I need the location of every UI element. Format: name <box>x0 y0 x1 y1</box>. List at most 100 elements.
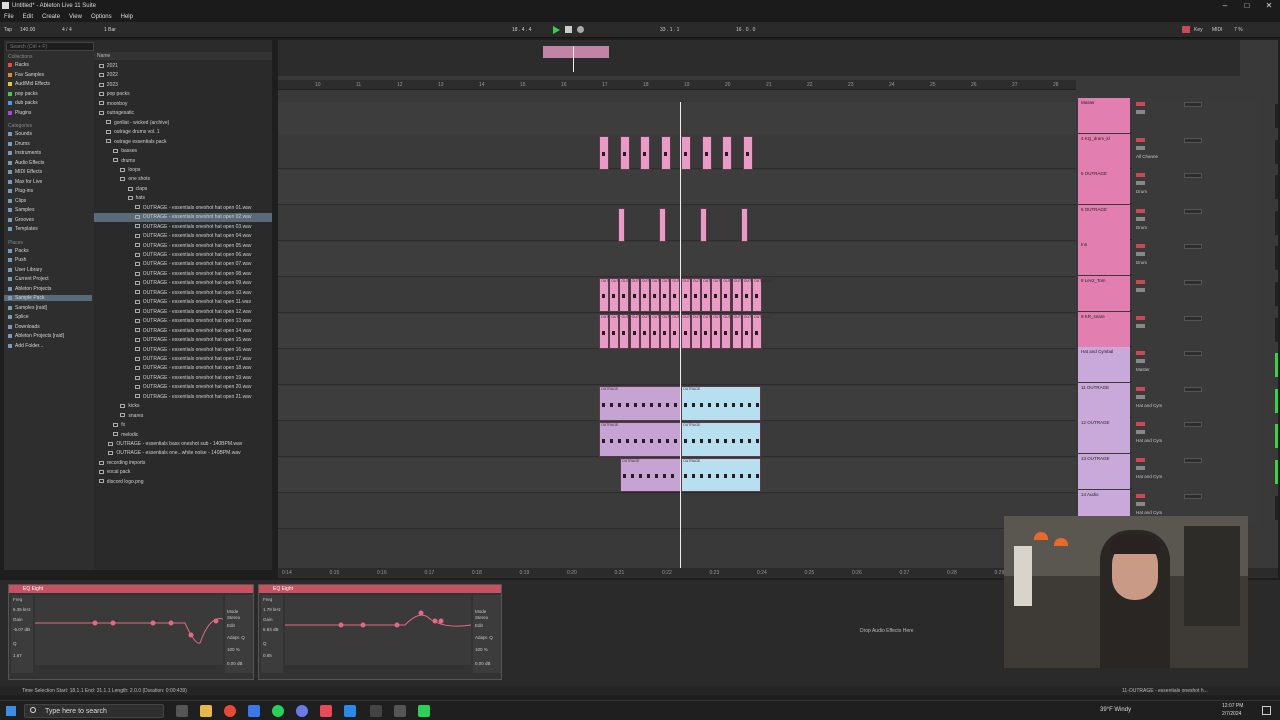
collection-item[interactable]: Aud/Mid Effects <box>8 81 50 87</box>
menu-view[interactable]: View <box>69 14 82 20</box>
sample-file-row[interactable]: OUTRAGE - essentials oneshot hat open 16… <box>94 346 272 355</box>
eq2-freq-value[interactable]: 1.78 kHz <box>263 607 281 612</box>
track-name[interactable]: 6 OUTRAGE <box>1078 204 1130 240</box>
sample-file-row[interactable]: OUTRAGE - essentials oneshot hat open 17… <box>94 355 272 364</box>
maximize-button[interactable]: □ <box>1236 0 1258 12</box>
track-activator-button[interactable] <box>1136 422 1145 427</box>
close-button[interactable]: ✕ <box>1258 0 1280 12</box>
midi-clip[interactable] <box>619 136 630 170</box>
audio-clip[interactable]: OUTRAGE <box>741 278 761 312</box>
sample-file-row[interactable]: OUTRAGE - essentials oneshot hat open 02… <box>94 213 272 223</box>
stop-icon[interactable] <box>565 26 572 33</box>
category-item[interactable]: Plug-ins <box>8 188 33 194</box>
sample-file-row[interactable]: OUTRAGE - essentials oneshot hat open 15… <box>94 336 272 345</box>
folder-row[interactable]: outragesatic <box>94 109 272 118</box>
audio-clip[interactable]: OUTRAGE <box>701 314 720 349</box>
track-header[interactable]: 13 OUTRAGEHat and Cym0.00 <box>1078 454 1278 489</box>
eq2-gain-value[interactable]: 6.83 dB <box>263 627 279 632</box>
folder-row[interactable]: drums <box>94 157 272 166</box>
spotify-icon[interactable] <box>272 705 284 717</box>
volume-field[interactable] <box>1184 244 1202 250</box>
track-name[interactable]: Hat and Cymbal <box>1078 347 1130 383</box>
eq1-freq-value[interactable]: 6.35 kHz <box>13 607 31 612</box>
collection-item[interactable]: pop packs <box>8 91 38 97</box>
audio-clip[interactable]: OUTRAGE <box>680 314 700 349</box>
track-activator-button[interactable] <box>1136 208 1145 213</box>
sample-file-row[interactable]: OUTRAGE - essentials oneshot hat open 13… <box>94 317 272 326</box>
folder-row[interactable]: one shots <box>94 175 272 184</box>
folder-row[interactable]: discord logo.png <box>94 478 272 487</box>
track-lane[interactable] <box>278 242 1076 277</box>
sample-file-row[interactable]: OUTRAGE - essentials oneshot hat open 09… <box>94 279 272 288</box>
folder-row[interactable]: outrage essentials pack <box>94 138 272 147</box>
solo-button[interactable] <box>1136 181 1145 186</box>
output-routing-menu[interactable]: Hat and Cym <box>1136 474 1162 479</box>
sample-file-row[interactable]: OUTRAGE - essentials oneshot hat open 05… <box>94 242 272 251</box>
sample-file-row[interactable]: OUTRAGE - essentials oneshot hat open 07… <box>94 260 272 269</box>
name-column-header[interactable]: Name <box>94 52 272 60</box>
audio-clip[interactable]: OUTRAGE <box>731 278 751 312</box>
volume-field[interactable] <box>1184 386 1202 392</box>
key-map-button[interactable]: Key <box>1194 27 1203 33</box>
menu-file[interactable]: File <box>4 14 14 20</box>
volume-field[interactable] <box>1184 280 1202 285</box>
place-item[interactable]: Push <box>8 257 26 263</box>
browser-search-input[interactable]: Search (Ctrl + F) <box>6 42 94 51</box>
output-routing-menu[interactable]: Drum <box>1136 260 1147 265</box>
audio-clip[interactable]: OUTRAGE <box>711 314 731 349</box>
audio-clip[interactable]: OUTRAGE <box>690 314 710 349</box>
taskbar-search-input[interactable]: Type here to search <box>24 704 164 718</box>
eq1-q-value[interactable]: 1.67 <box>13 653 22 658</box>
solo-button[interactable] <box>1136 394 1145 399</box>
sample-file-row[interactable]: OUTRAGE - essentials oneshot hat open 20… <box>94 383 272 392</box>
midi-clip[interactable] <box>659 208 666 242</box>
eq1-output-gain[interactable]: 0.00 dB <box>227 661 243 666</box>
volume-field[interactable] <box>1184 173 1202 179</box>
solo-button[interactable] <box>1136 288 1145 292</box>
chrome-icon[interactable] <box>224 705 236 717</box>
sample-file-row[interactable]: OUTRAGE - essentials oneshot hat open 10… <box>94 289 272 298</box>
audio-clip[interactable]: OUTRAGE <box>670 278 690 312</box>
sample-file-row[interactable]: OUTRAGE - essentials oneshot hat open 03… <box>94 223 272 232</box>
track-header[interactable]: 6 OUTRAGEDrum0.00 <box>1078 204 1278 240</box>
track-header[interactable]: 8 Lev2_Tom0.00 <box>1078 276 1278 311</box>
place-item[interactable]: Ableton Projects <box>8 286 51 292</box>
audio-clip[interactable]: OUTRAGE <box>752 278 771 312</box>
solo-button[interactable] <box>1136 359 1145 364</box>
collection-item[interactable]: Fav Samples <box>8 72 44 78</box>
audio-clip[interactable]: OUTRAGE <box>660 278 680 312</box>
audio-clip[interactable]: OUTRAGE <box>660 314 680 349</box>
midi-clip[interactable] <box>701 136 712 170</box>
folder-row[interactable]: OUTRAGE - essentials bass oneshot sub - … <box>94 440 272 449</box>
track-lane[interactable] <box>278 350 1076 385</box>
place-item[interactable]: Splice <box>8 314 29 320</box>
clock-time[interactable]: 12:07 PM <box>1222 703 1243 709</box>
menu-options[interactable]: Options <box>91 14 112 20</box>
record-icon[interactable] <box>577 26 584 33</box>
weather-widget[interactable]: 39°F Windy <box>1100 707 1131 713</box>
category-item[interactable]: Samples <box>8 207 34 213</box>
audio-clip[interactable]: OUTRAGE <box>681 386 761 421</box>
notification-icon[interactable] <box>1262 706 1271 715</box>
volume-field[interactable] <box>1184 315 1202 321</box>
category-item[interactable]: Instruments <box>8 150 41 156</box>
folder-row[interactable]: 2021 <box>94 62 272 71</box>
output-routing-menu[interactable]: Hat and Cym <box>1136 438 1162 443</box>
track-activator-button[interactable] <box>1136 137 1145 142</box>
audio-clip[interactable]: OUTRAGE <box>680 278 700 312</box>
eq2-adaptq-button[interactable]: Adapt. Q <box>475 635 493 640</box>
volume-field[interactable] <box>1184 351 1202 357</box>
track-header[interactable]: 5 OUTRAGEDrum0.00 <box>1078 169 1278 205</box>
beat-ruler[interactable]: 10 11 12 13 14 15 16 17 18 19 20 21 22 23 24 25 26 27 28 <box>278 80 1076 90</box>
time-signature-field[interactable]: 4 / 4 <box>62 27 72 33</box>
folder-row[interactable]: pop packs <box>94 90 272 99</box>
output-routing-menu[interactable]: Drum <box>1136 225 1147 230</box>
eq-eight-1-title[interactable]: EQ Eight <box>9 585 253 593</box>
midi-clip[interactable] <box>599 136 609 170</box>
eq2-output-gain[interactable]: 0.00 dB <box>475 661 491 666</box>
eq2-edit-label[interactable]: Edit <box>475 623 483 628</box>
solo-button[interactable] <box>1136 145 1145 150</box>
eq1-stereo-menu[interactable]: Stereo <box>227 615 240 620</box>
track-activator-button[interactable] <box>1136 386 1145 391</box>
place-item[interactable]: Downloads <box>8 324 40 330</box>
